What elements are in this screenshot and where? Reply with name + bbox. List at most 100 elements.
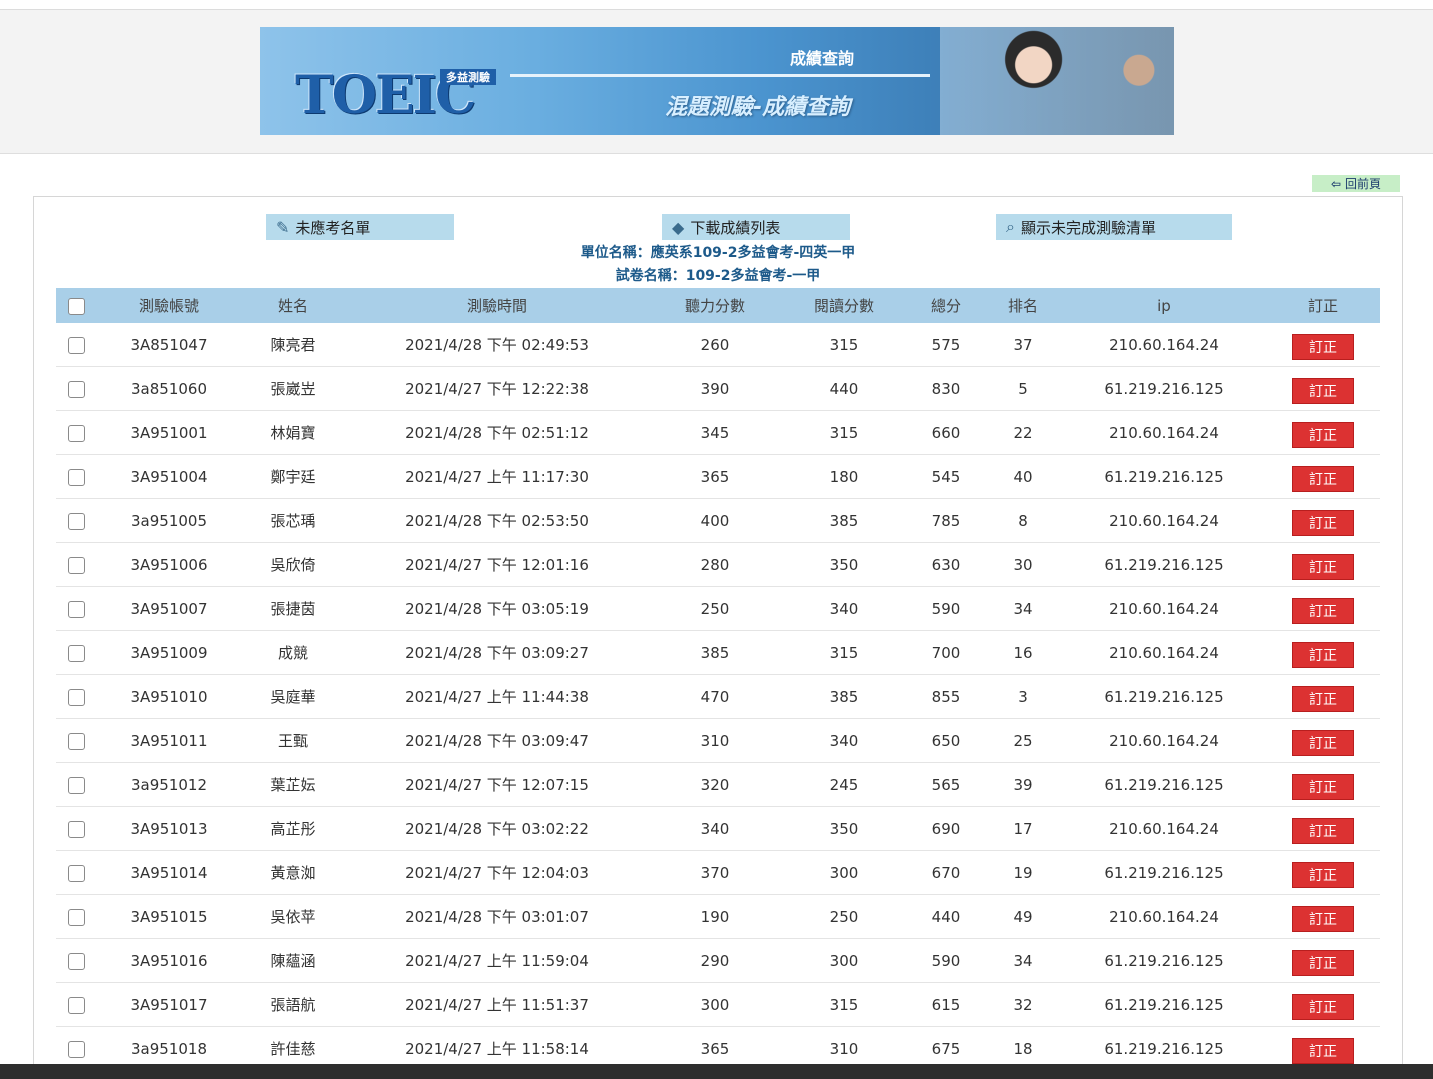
fix-button[interactable]: 訂正 xyxy=(1292,553,1354,580)
cell-account: 3A951009 xyxy=(96,630,242,675)
table-row: 3A951009 成競 2021/4/28 下午 03:09:27 385 315 700… xyxy=(56,630,1380,675)
row-checkbox[interactable] xyxy=(67,512,85,530)
cell-account: 3A951006 xyxy=(96,542,242,587)
fix-button[interactable]: 訂正 xyxy=(1292,905,1354,932)
paper-name: 試卷名稱：109-2多益會考-一甲 xyxy=(615,268,821,284)
cell-listening: 470 xyxy=(650,674,780,719)
cell-ip: 61.219.216.125 xyxy=(1062,938,1266,983)
row-fix-cell: 訂正 xyxy=(1266,323,1380,367)
row-fix-cell: 訂正 xyxy=(1266,894,1380,939)
row-fix-cell: 訂正 xyxy=(1266,586,1380,631)
cell-ip: 210.60.164.24 xyxy=(1062,718,1266,763)
cell-time: 2021/4/27 上午 11:44:38 xyxy=(344,674,650,719)
row-select-cell xyxy=(56,366,96,411)
cell-reading: 315 xyxy=(780,630,908,675)
fix-button[interactable]: 訂正 xyxy=(1292,729,1354,756)
fix-button[interactable]: 訂正 xyxy=(1292,1037,1354,1064)
row-fix-cell: 訂正 xyxy=(1266,850,1380,895)
table-row: 3A951014 黃意洳 2021/4/27 下午 12:04:03 370 300 67… xyxy=(56,850,1380,895)
cell-reading: 315 xyxy=(780,982,908,1027)
results-panel: ✎ 未應考名單 ◆ 下載成績列表 ⌕ 顯示未完成測驗清單 單位名稱：應英系109… xyxy=(33,196,1403,1071)
table-row: 3a851060 張崴岦 2021/4/27 下午 12:22:38 390 440 83… xyxy=(56,366,1380,411)
banner-title: 成績查詢 xyxy=(790,49,855,68)
row-checkbox[interactable] xyxy=(67,1040,85,1058)
cell-listening: 400 xyxy=(650,498,780,543)
row-fix-cell: 訂正 xyxy=(1266,762,1380,807)
row-checkbox[interactable] xyxy=(67,732,85,750)
row-fix-cell: 訂正 xyxy=(1266,366,1380,411)
cell-name: 高芷彤 xyxy=(242,806,344,851)
cell-time: 2021/4/27 下午 12:01:16 xyxy=(344,542,650,587)
download-scores-label: 下載成績列表 xyxy=(690,218,781,237)
cell-name: 陳蘊涵 xyxy=(242,938,344,983)
cell-rank: 49 xyxy=(984,894,1062,939)
book-icon: ◆ xyxy=(672,217,685,237)
logo-subtitle: 多益測驗 xyxy=(440,69,496,85)
fix-button[interactable]: 訂正 xyxy=(1292,421,1354,448)
cell-listening: 250 xyxy=(650,586,780,631)
select-all-checkbox[interactable] xyxy=(67,297,85,315)
cell-ip: 61.219.216.125 xyxy=(1062,454,1266,499)
cell-account: 3A951016 xyxy=(96,938,242,983)
cell-name: 張語航 xyxy=(242,982,344,1027)
cell-account: 3A851047 xyxy=(96,323,242,367)
cell-name: 成競 xyxy=(242,630,344,675)
absent-list-button[interactable]: ✎ 未應考名單 xyxy=(266,214,454,240)
cell-account: 3A951014 xyxy=(96,850,242,895)
cell-rank: 25 xyxy=(984,718,1062,763)
row-checkbox[interactable] xyxy=(67,820,85,838)
cell-listening: 390 xyxy=(650,366,780,411)
cell-reading: 300 xyxy=(780,938,908,983)
row-checkbox[interactable] xyxy=(67,600,85,618)
cell-total: 615 xyxy=(908,982,984,1027)
row-checkbox[interactable] xyxy=(67,688,85,706)
row-select-cell xyxy=(56,410,96,455)
cell-listening: 280 xyxy=(650,542,780,587)
cell-time: 2021/4/28 下午 03:09:27 xyxy=(344,630,650,675)
back-button-label: 回前頁 xyxy=(1345,177,1382,191)
row-checkbox[interactable] xyxy=(67,556,85,574)
fix-button[interactable]: 訂正 xyxy=(1292,465,1354,492)
download-scores-button[interactable]: ◆ 下載成績列表 xyxy=(662,214,850,240)
fix-button[interactable]: 訂正 xyxy=(1292,509,1354,536)
fix-button[interactable]: 訂正 xyxy=(1292,773,1354,800)
cell-rank: 3 xyxy=(984,674,1062,719)
incomplete-list-button[interactable]: ⌕ 顯示未完成測驗清單 xyxy=(996,214,1232,240)
fix-button[interactable]: 訂正 xyxy=(1292,993,1354,1020)
fix-button[interactable]: 訂正 xyxy=(1292,949,1354,976)
cell-ip: 61.219.216.125 xyxy=(1062,674,1266,719)
cell-total: 650 xyxy=(908,718,984,763)
fix-button[interactable]: 訂正 xyxy=(1292,333,1354,360)
row-checkbox[interactable] xyxy=(67,424,85,442)
row-checkbox[interactable] xyxy=(67,952,85,970)
back-button[interactable]: ⇦ 回前頁 xyxy=(1312,175,1400,192)
row-checkbox[interactable] xyxy=(67,908,85,926)
cell-total: 700 xyxy=(908,630,984,675)
fix-button[interactable]: 訂正 xyxy=(1292,685,1354,712)
fix-button[interactable]: 訂正 xyxy=(1292,861,1354,888)
cell-rank: 34 xyxy=(984,938,1062,983)
table-row: 3A951006 吳欣倚 2021/4/27 下午 12:01:16 280 350 63… xyxy=(56,542,1380,587)
row-checkbox[interactable] xyxy=(67,336,85,354)
row-checkbox[interactable] xyxy=(67,996,85,1014)
header-ip: ip xyxy=(1062,288,1266,323)
row-checkbox[interactable] xyxy=(67,864,85,882)
unit-name: 單位名稱：應英系109-2多益會考-四英一甲 xyxy=(580,245,856,261)
fix-button[interactable]: 訂正 xyxy=(1292,377,1354,404)
header-listening: 聽力分數 xyxy=(650,288,780,323)
fix-button[interactable]: 訂正 xyxy=(1292,597,1354,624)
table-row: 3A951017 張語航 2021/4/27 上午 11:51:37 300 315 61… xyxy=(56,982,1380,1027)
row-checkbox[interactable] xyxy=(67,468,85,486)
cell-rank: 32 xyxy=(984,982,1062,1027)
row-checkbox[interactable] xyxy=(67,776,85,794)
table-row: 3A951015 吳依苹 2021/4/28 下午 03:01:07 190 250 44… xyxy=(56,894,1380,939)
row-fix-cell: 訂正 xyxy=(1266,806,1380,851)
fix-button[interactable]: 訂正 xyxy=(1292,817,1354,844)
cell-reading: 440 xyxy=(780,366,908,411)
fix-button[interactable]: 訂正 xyxy=(1292,641,1354,668)
cell-account: 3a851060 xyxy=(96,366,242,411)
cell-name: 吳依苹 xyxy=(242,894,344,939)
row-checkbox[interactable] xyxy=(67,644,85,662)
row-checkbox[interactable] xyxy=(67,380,85,398)
top-strip xyxy=(0,0,1433,10)
